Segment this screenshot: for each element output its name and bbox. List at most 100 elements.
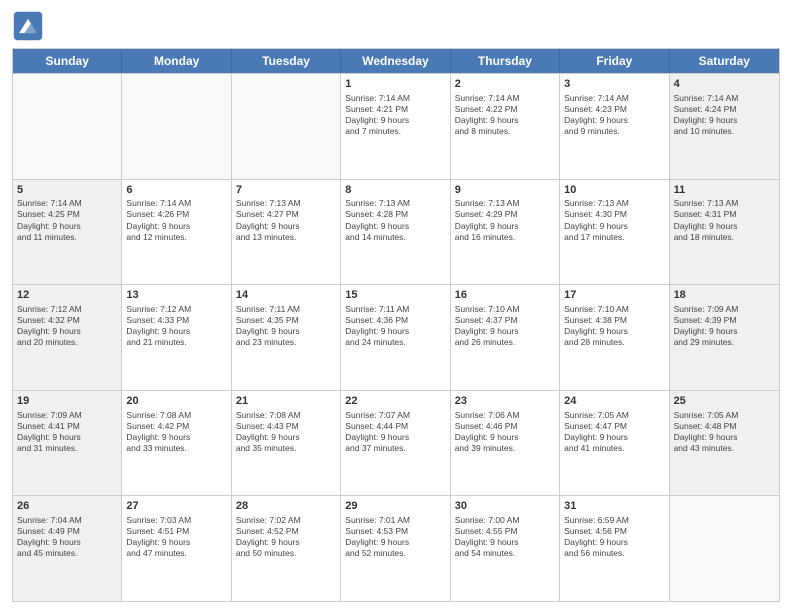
- calendar-cell: 1Sunrise: 7:14 AM Sunset: 4:21 PM Daylig…: [341, 74, 450, 179]
- calendar-cell: 4Sunrise: 7:14 AM Sunset: 4:24 PM Daylig…: [670, 74, 779, 179]
- logo: [12, 10, 48, 42]
- day-number: 9: [455, 183, 555, 198]
- day-info: Sunrise: 7:01 AM Sunset: 4:53 PM Dayligh…: [345, 515, 445, 559]
- calendar-cell: 27Sunrise: 7:03 AM Sunset: 4:51 PM Dayli…: [122, 496, 231, 601]
- calendar-cell: 8Sunrise: 7:13 AM Sunset: 4:28 PM Daylig…: [341, 180, 450, 285]
- day-number: 13: [126, 288, 226, 303]
- day-info: Sunrise: 7:12 AM Sunset: 4:32 PM Dayligh…: [17, 304, 117, 348]
- calendar-week-4: 26Sunrise: 7:04 AM Sunset: 4:49 PM Dayli…: [13, 495, 779, 601]
- day-info: Sunrise: 7:08 AM Sunset: 4:42 PM Dayligh…: [126, 410, 226, 454]
- calendar-cell: 19Sunrise: 7:09 AM Sunset: 4:41 PM Dayli…: [13, 391, 122, 496]
- day-of-week-saturday: Saturday: [670, 49, 779, 73]
- day-number: 3: [564, 77, 664, 92]
- calendar-cell: 12Sunrise: 7:12 AM Sunset: 4:32 PM Dayli…: [13, 285, 122, 390]
- calendar-week-1: 5Sunrise: 7:14 AM Sunset: 4:25 PM Daylig…: [13, 179, 779, 285]
- calendar: SundayMondayTuesdayWednesdayThursdayFrid…: [12, 48, 780, 602]
- day-number: 11: [674, 183, 775, 198]
- calendar-cell: [232, 74, 341, 179]
- day-number: 7: [236, 183, 336, 198]
- day-info: Sunrise: 7:13 AM Sunset: 4:30 PM Dayligh…: [564, 198, 664, 242]
- day-number: 6: [126, 183, 226, 198]
- day-info: Sunrise: 7:14 AM Sunset: 4:21 PM Dayligh…: [345, 93, 445, 137]
- calendar-cell: 18Sunrise: 7:09 AM Sunset: 4:39 PM Dayli…: [670, 285, 779, 390]
- day-info: Sunrise: 7:04 AM Sunset: 4:49 PM Dayligh…: [17, 515, 117, 559]
- day-info: Sunrise: 7:11 AM Sunset: 4:36 PM Dayligh…: [345, 304, 445, 348]
- calendar-week-0: 1Sunrise: 7:14 AM Sunset: 4:21 PM Daylig…: [13, 73, 779, 179]
- day-number: 4: [674, 77, 775, 92]
- day-info: Sunrise: 7:13 AM Sunset: 4:27 PM Dayligh…: [236, 198, 336, 242]
- calendar-cell: [670, 496, 779, 601]
- calendar-cell: 13Sunrise: 7:12 AM Sunset: 4:33 PM Dayli…: [122, 285, 231, 390]
- day-number: 20: [126, 394, 226, 409]
- calendar-cell: [13, 74, 122, 179]
- calendar-body: 1Sunrise: 7:14 AM Sunset: 4:21 PM Daylig…: [13, 73, 779, 601]
- day-of-week-monday: Monday: [122, 49, 231, 73]
- day-info: Sunrise: 7:09 AM Sunset: 4:39 PM Dayligh…: [674, 304, 775, 348]
- day-number: 16: [455, 288, 555, 303]
- day-info: Sunrise: 7:08 AM Sunset: 4:43 PM Dayligh…: [236, 410, 336, 454]
- calendar-cell: 2Sunrise: 7:14 AM Sunset: 4:22 PM Daylig…: [451, 74, 560, 179]
- day-info: Sunrise: 7:14 AM Sunset: 4:24 PM Dayligh…: [674, 93, 775, 137]
- calendar-cell: 28Sunrise: 7:02 AM Sunset: 4:52 PM Dayli…: [232, 496, 341, 601]
- day-info: Sunrise: 7:13 AM Sunset: 4:31 PM Dayligh…: [674, 198, 775, 242]
- calendar-cell: 16Sunrise: 7:10 AM Sunset: 4:37 PM Dayli…: [451, 285, 560, 390]
- day-info: Sunrise: 7:07 AM Sunset: 4:44 PM Dayligh…: [345, 410, 445, 454]
- day-number: 25: [674, 394, 775, 409]
- day-number: 5: [17, 183, 117, 198]
- calendar-cell: 26Sunrise: 7:04 AM Sunset: 4:49 PM Dayli…: [13, 496, 122, 601]
- calendar-cell: 7Sunrise: 7:13 AM Sunset: 4:27 PM Daylig…: [232, 180, 341, 285]
- day-info: Sunrise: 7:10 AM Sunset: 4:37 PM Dayligh…: [455, 304, 555, 348]
- day-number: 26: [17, 499, 117, 514]
- day-number: 12: [17, 288, 117, 303]
- day-number: 1: [345, 77, 445, 92]
- calendar-week-2: 12Sunrise: 7:12 AM Sunset: 4:32 PM Dayli…: [13, 284, 779, 390]
- day-number: 15: [345, 288, 445, 303]
- day-info: Sunrise: 7:14 AM Sunset: 4:23 PM Dayligh…: [564, 93, 664, 137]
- day-info: Sunrise: 7:10 AM Sunset: 4:38 PM Dayligh…: [564, 304, 664, 348]
- calendar-cell: 11Sunrise: 7:13 AM Sunset: 4:31 PM Dayli…: [670, 180, 779, 285]
- logo-icon: [12, 10, 44, 42]
- day-number: 23: [455, 394, 555, 409]
- day-number: 17: [564, 288, 664, 303]
- day-number: 28: [236, 499, 336, 514]
- day-info: Sunrise: 7:00 AM Sunset: 4:55 PM Dayligh…: [455, 515, 555, 559]
- day-info: Sunrise: 7:09 AM Sunset: 4:41 PM Dayligh…: [17, 410, 117, 454]
- calendar-cell: 23Sunrise: 7:06 AM Sunset: 4:46 PM Dayli…: [451, 391, 560, 496]
- day-number: 30: [455, 499, 555, 514]
- day-info: Sunrise: 7:11 AM Sunset: 4:35 PM Dayligh…: [236, 304, 336, 348]
- day-number: 19: [17, 394, 117, 409]
- calendar-cell: 25Sunrise: 7:05 AM Sunset: 4:48 PM Dayli…: [670, 391, 779, 496]
- day-number: 29: [345, 499, 445, 514]
- day-number: 21: [236, 394, 336, 409]
- day-number: 14: [236, 288, 336, 303]
- calendar-week-3: 19Sunrise: 7:09 AM Sunset: 4:41 PM Dayli…: [13, 390, 779, 496]
- day-of-week-wednesday: Wednesday: [341, 49, 450, 73]
- day-number: 24: [564, 394, 664, 409]
- calendar-cell: 5Sunrise: 7:14 AM Sunset: 4:25 PM Daylig…: [13, 180, 122, 285]
- calendar-cell: 30Sunrise: 7:00 AM Sunset: 4:55 PM Dayli…: [451, 496, 560, 601]
- calendar-cell: 24Sunrise: 7:05 AM Sunset: 4:47 PM Dayli…: [560, 391, 669, 496]
- day-number: 2: [455, 77, 555, 92]
- day-info: Sunrise: 7:13 AM Sunset: 4:28 PM Dayligh…: [345, 198, 445, 242]
- day-info: Sunrise: 7:14 AM Sunset: 4:25 PM Dayligh…: [17, 198, 117, 242]
- page: SundayMondayTuesdayWednesdayThursdayFrid…: [0, 0, 792, 612]
- day-info: Sunrise: 7:06 AM Sunset: 4:46 PM Dayligh…: [455, 410, 555, 454]
- day-number: 31: [564, 499, 664, 514]
- calendar-cell: 29Sunrise: 7:01 AM Sunset: 4:53 PM Dayli…: [341, 496, 450, 601]
- calendar-cell: 14Sunrise: 7:11 AM Sunset: 4:35 PM Dayli…: [232, 285, 341, 390]
- calendar-cell: 17Sunrise: 7:10 AM Sunset: 4:38 PM Dayli…: [560, 285, 669, 390]
- day-info: Sunrise: 7:02 AM Sunset: 4:52 PM Dayligh…: [236, 515, 336, 559]
- calendar-cell: 20Sunrise: 7:08 AM Sunset: 4:42 PM Dayli…: [122, 391, 231, 496]
- calendar-cell: 9Sunrise: 7:13 AM Sunset: 4:29 PM Daylig…: [451, 180, 560, 285]
- day-of-week-thursday: Thursday: [451, 49, 560, 73]
- day-info: Sunrise: 6:59 AM Sunset: 4:56 PM Dayligh…: [564, 515, 664, 559]
- calendar-cell: 21Sunrise: 7:08 AM Sunset: 4:43 PM Dayli…: [232, 391, 341, 496]
- calendar-cell: 3Sunrise: 7:14 AM Sunset: 4:23 PM Daylig…: [560, 74, 669, 179]
- day-info: Sunrise: 7:12 AM Sunset: 4:33 PM Dayligh…: [126, 304, 226, 348]
- day-of-week-tuesday: Tuesday: [232, 49, 341, 73]
- day-number: 8: [345, 183, 445, 198]
- day-info: Sunrise: 7:14 AM Sunset: 4:26 PM Dayligh…: [126, 198, 226, 242]
- calendar-cell: [122, 74, 231, 179]
- day-number: 18: [674, 288, 775, 303]
- day-number: 10: [564, 183, 664, 198]
